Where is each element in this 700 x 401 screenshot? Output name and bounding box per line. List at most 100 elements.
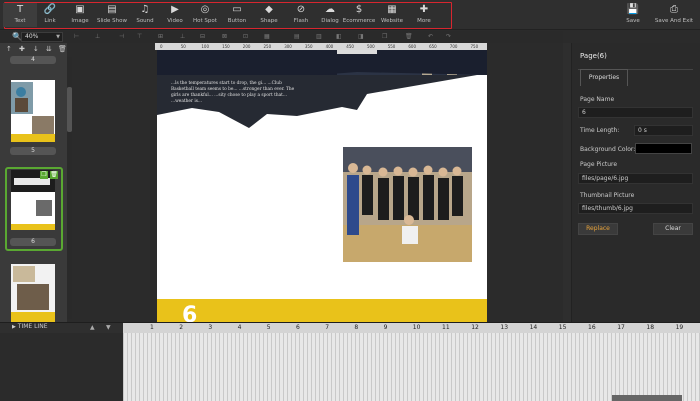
ruler-tick-label: 700 [449, 44, 458, 49]
page-thumb-label-5[interactable]: 5 [10, 147, 56, 155]
tool-text[interactable]: T Text [3, 3, 37, 27]
tool-sound[interactable]: ♫ Sound [128, 3, 162, 27]
tool-label: Image [71, 18, 89, 24]
save-and-exit-button[interactable]: ⎙ Save And Exit [652, 3, 696, 27]
send-back-icon[interactable]: ◨ [358, 33, 364, 40]
insert-page-icon[interactable]: ⇊ [46, 45, 52, 53]
timeline-second-label: 6 [296, 324, 300, 331]
copy-page-icon[interactable]: ❐ [40, 171, 48, 179]
timeline-second-label: 9 [383, 324, 388, 331]
undo-icon[interactable]: ↶ [428, 33, 433, 40]
tool-more[interactable]: ✚ More [407, 3, 441, 27]
copy-icon[interactable]: ❐ [382, 33, 387, 40]
timeline-grid[interactable] [123, 333, 700, 401]
tool-ecommerce[interactable]: $ Ecommerce [342, 3, 376, 27]
page-thumbnail-7[interactable] [11, 264, 55, 322]
tool-label: Shape [260, 18, 278, 24]
tool-hot-spot[interactable]: ◎ Hot Spot [188, 3, 222, 27]
page-picture-label: Page Picture [580, 161, 618, 168]
redo-icon[interactable]: ↷ [446, 33, 451, 40]
timeline-second-label: 8 [354, 324, 359, 331]
tool-label: Button [227, 18, 247, 24]
tool-image[interactable]: ▣ Image [63, 3, 97, 27]
timeline-second-label: 19 [675, 324, 684, 331]
clear-button[interactable]: Clear [653, 223, 693, 235]
tool-video[interactable]: ▶ Video [158, 3, 192, 27]
tool-label: More [417, 18, 431, 24]
same-height-icon[interactable]: ⊡ [243, 33, 248, 40]
page-thumb-label-6[interactable]: 6 [10, 238, 56, 246]
timeline-second-label: 16 [588, 324, 596, 331]
tab-properties[interactable]: Properties [580, 69, 628, 86]
page-canvas[interactable]: 6 ...ls the temperatures start to drop, … [157, 50, 487, 322]
background-color-swatch[interactable] [635, 143, 692, 154]
delete-page-thumb-icon[interactable]: 🗑 [50, 171, 58, 179]
zoom-select[interactable]: 40% ▼ [21, 32, 63, 42]
align-center-icon[interactable]: ⊥ [95, 33, 100, 40]
ruler-tick-label: 500 [367, 44, 375, 49]
ruler-tick-label: 100 [201, 44, 210, 49]
tool-website[interactable]: ▦ Website [375, 3, 409, 27]
ruler-tick-label: 250 [263, 44, 272, 49]
save-button[interactable]: 💾 Save [620, 3, 646, 27]
move-up-icon[interactable]: ↑ [6, 45, 12, 53]
timeline-up-icon[interactable]: ▲ [90, 324, 95, 331]
timeline-second-label: 18 [646, 324, 655, 331]
ruler-tick-label: 450 [346, 44, 354, 49]
move-down-icon[interactable]: ↓ [33, 45, 39, 53]
align-bottom-icon[interactable]: ⊥ [180, 33, 185, 40]
tool-label: Slide Show [96, 18, 127, 24]
timeline-label[interactable]: ▶ TIME LINE [12, 323, 47, 330]
text-icon: T [16, 4, 24, 15]
timeline-second-label: 15 [558, 324, 567, 331]
table-icon[interactable]: ▥ [316, 33, 322, 40]
tool-shape[interactable]: ◆ Shape [252, 3, 286, 27]
thumbnail-picture-field[interactable]: files/thumb/6.jpg [578, 203, 693, 214]
distribute-icon[interactable]: ⊟ [200, 33, 205, 40]
page-picture-field[interactable]: files/page/6.jpg [578, 173, 693, 184]
page-name-field[interactable]: 6 [578, 107, 693, 118]
delete-page-icon[interactable]: 🗑 [58, 45, 67, 53]
bring-front-icon[interactable]: ◧ [336, 33, 342, 40]
timeline-second-label: 10 [412, 324, 421, 331]
time-length-label: Time Length: [580, 127, 620, 134]
ruler-tick-label: 50 [180, 44, 186, 49]
timeline-second-label: 13 [500, 324, 509, 331]
align-top-icon[interactable]: ⊤ [137, 33, 142, 40]
article-text[interactable]: ...ls the temperatures start to drop, th… [171, 81, 301, 105]
align-right-icon[interactable]: ⊣ [119, 33, 124, 40]
timeline-second-label: 3 [208, 324, 213, 331]
replace-button[interactable]: Replace [578, 223, 618, 235]
tool-button[interactable]: ▭ Button [220, 3, 254, 27]
ruler-tick-label: 750 [470, 44, 479, 49]
shape-icon: ◆ [265, 4, 273, 15]
slide-show-icon: ▤ [107, 4, 117, 15]
page-thumb-label-4[interactable]: 4 [10, 56, 56, 64]
grid-icon[interactable]: ▤ [294, 33, 300, 40]
timeline-second-label: 11 [442, 324, 450, 331]
page-thumbnail-5[interactable] [11, 80, 55, 142]
add-page-icon[interactable]: ✚ [19, 45, 25, 53]
align-left-icon[interactable]: ⊢ [74, 33, 79, 40]
chevron-down-icon: ▼ [56, 34, 60, 40]
timeline-scrollbar[interactable] [612, 395, 682, 401]
delete-icon[interactable]: 🗑 [405, 33, 413, 40]
same-size-icon[interactable]: ▦ [264, 33, 270, 40]
timeline-second-label: 2 [179, 324, 184, 331]
play-icon[interactable]: ▶ [12, 324, 16, 330]
page-thumbnail-6[interactable] [11, 170, 55, 230]
sound-icon: ♫ [140, 4, 150, 15]
timeline-second-label: 12 [471, 324, 479, 331]
align-middle-icon[interactable]: ⊞ [158, 33, 163, 40]
time-length-field[interactable]: 0 s [634, 125, 693, 136]
hot-spot-icon: ◎ [200, 4, 210, 15]
page-6-preview [11, 170, 55, 230]
canvas-scrollbar[interactable] [563, 43, 571, 322]
same-width-icon[interactable]: ⊠ [222, 33, 227, 40]
timeline-down-icon[interactable]: ▼ [106, 324, 111, 331]
tool-link[interactable]: 🔗 Link [33, 3, 67, 27]
save-exit-icon: ⎙ [670, 4, 678, 15]
tool-slide-show[interactable]: ▤ Slide Show [95, 3, 129, 27]
properties-title: Page(6) [580, 52, 607, 60]
ruler-tick-label: 600 [408, 44, 417, 49]
